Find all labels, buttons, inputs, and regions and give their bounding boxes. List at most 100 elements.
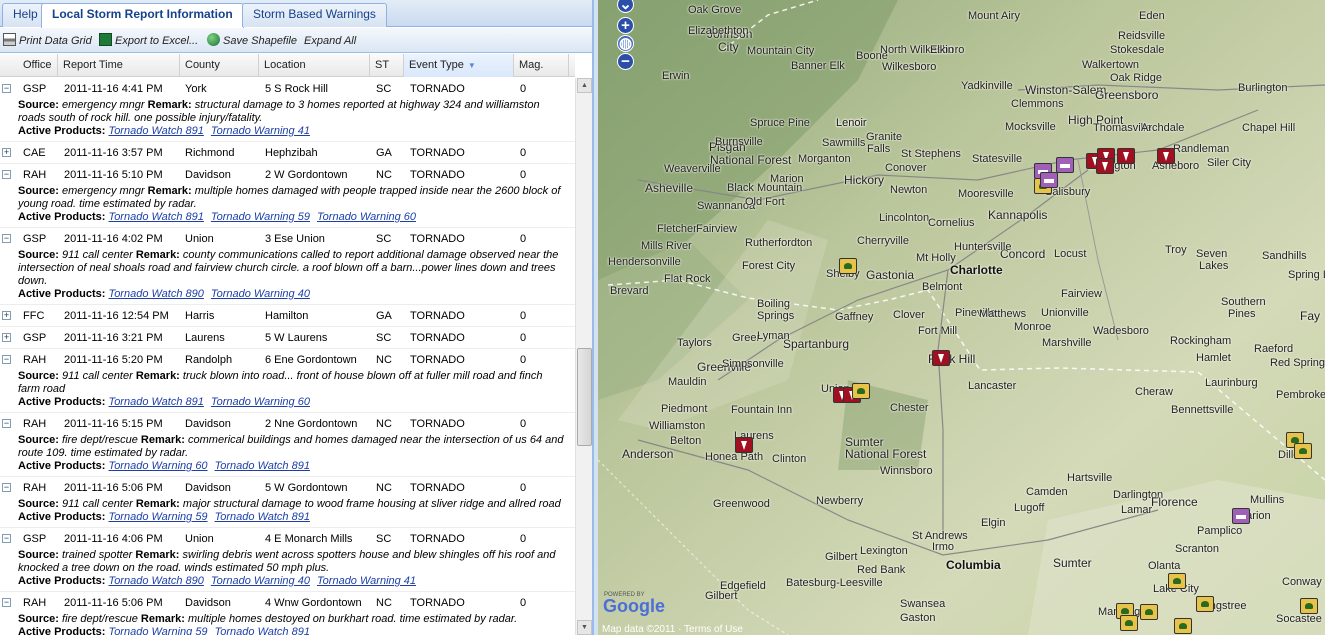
wind-damage-marker-icon[interactable] (1174, 618, 1192, 634)
product-link[interactable]: Tornado Warning 40 (211, 575, 310, 587)
product-link[interactable]: Tornado Watch 891 (215, 626, 310, 635)
city-label: Banner Elk (791, 60, 845, 72)
cell-event: TORNADO (410, 83, 465, 95)
collapse-row-icon[interactable]: − (2, 483, 11, 492)
product-link[interactable]: Tornado Watch 891 (215, 460, 310, 472)
table-row[interactable]: + GSP 2011-11-16 3:21 PM Laurens 5 W Laurens… (0, 327, 575, 349)
col-county[interactable]: County (180, 54, 259, 77)
col-st[interactable]: ST (370, 54, 404, 77)
row-summary[interactable]: − RAH 2011-11-16 5:10 PM Davidson 2 W Gordon… (0, 164, 575, 185)
col-magnitude[interactable]: Mag. (514, 54, 569, 77)
expand-row-icon[interactable]: + (2, 148, 11, 157)
product-link[interactable]: Tornado Warning 60 (317, 211, 416, 223)
table-row[interactable]: − RAH 2011-11-16 5:06 PM Davidson 4 Wnw Gord… (0, 592, 575, 635)
row-summary[interactable]: − RAH 2011-11-16 5:20 PM Randolph 6 Ene Gord… (0, 349, 575, 370)
table-row[interactable]: + CAE 2011-11-16 3:57 PM Richmond Hephzibah G… (0, 142, 575, 164)
col-location[interactable]: Location (259, 54, 370, 77)
tab-local-storm-report[interactable]: Local Storm Report Information (41, 3, 244, 28)
globe-icon[interactable]: ◍ (617, 35, 634, 52)
expand-row-icon[interactable]: + (2, 311, 11, 320)
pan-arrow-icon[interactable]: ⌄ (617, 0, 634, 13)
row-summary[interactable]: − GSP 2011-11-16 4:02 PM Union 3 Ese Union SC… (0, 228, 575, 249)
product-link[interactable]: Tornado Warning 60 (108, 460, 207, 472)
scroll-down-icon[interactable]: ▼ (577, 620, 592, 635)
table-row[interactable]: − RAH 2011-11-16 5:20 PM Randolph 6 Ene Gord… (0, 349, 575, 413)
warning-marker-icon[interactable] (1040, 172, 1058, 188)
grid-scrollbar[interactable]: ▲ ▼ (575, 78, 592, 635)
wind-damage-marker-icon[interactable] (852, 383, 870, 399)
table-row[interactable]: + FFC 2011-11-16 12:54 PM Harris Hamilton GA T… (0, 305, 575, 327)
city-label: Rutherfordton (745, 237, 813, 249)
product-link[interactable]: Tornado Watch 890 (108, 575, 203, 587)
map-view[interactable]: Oak Grove Johnson City Mountain City Boone Wi… (598, 0, 1325, 635)
wind-damage-marker-icon[interactable] (1168, 573, 1186, 589)
map-terms[interactable]: Map data ©2011 · Terms of Use (602, 624, 743, 635)
expand-all-button[interactable]: Expand All (304, 33, 356, 49)
cell-county: Davidson (185, 418, 231, 430)
product-link[interactable]: Tornado Warning 40 (211, 288, 310, 300)
table-row[interactable]: − GSP 2011-11-16 4:06 PM Union 4 E Monarch M… (0, 528, 575, 592)
tornado-marker-icon[interactable] (1117, 148, 1135, 164)
product-link[interactable]: Tornado Watch 891 (108, 396, 203, 408)
row-summary[interactable]: + FFC 2011-11-16 12:54 PM Harris Hamilton GA T… (0, 305, 575, 326)
google-logo[interactable]: Google (603, 596, 665, 617)
tornado-marker-icon[interactable] (735, 437, 753, 453)
product-link[interactable]: Tornado Warning 60 (211, 396, 310, 408)
wind-damage-marker-icon[interactable] (839, 258, 857, 274)
row-summary[interactable]: − RAH 2011-11-16 5:06 PM Davidson 4 Wnw Gord… (0, 592, 575, 613)
product-link[interactable]: Tornado Warning 59 (108, 626, 207, 635)
row-summary[interactable]: + CAE 2011-11-16 3:57 PM Richmond Hephzibah G… (0, 142, 575, 163)
wind-damage-marker-icon[interactable] (1120, 615, 1138, 631)
collapse-row-icon[interactable]: − (2, 419, 11, 428)
collapse-row-icon[interactable]: − (2, 534, 11, 543)
expand-row-icon[interactable]: + (2, 333, 11, 342)
row-summary[interactable]: − RAH 2011-11-16 5:15 PM Davidson 2 Nne Gord… (0, 413, 575, 434)
col-office[interactable]: Office (18, 54, 58, 77)
collapse-row-icon[interactable]: − (2, 234, 11, 243)
row-summary[interactable]: − RAH 2011-11-16 5:06 PM Davidson 5 W Gordon… (0, 477, 575, 498)
collapse-row-icon[interactable]: − (2, 598, 11, 607)
tornado-marker-icon[interactable] (932, 350, 950, 366)
product-link[interactable]: Tornado Warning 59 (211, 211, 310, 223)
wind-damage-marker-icon[interactable] (1140, 604, 1158, 620)
scroll-thumb[interactable] (577, 348, 592, 446)
collapse-row-icon[interactable]: − (2, 170, 11, 179)
product-link[interactable]: Tornado Watch 891 (108, 211, 203, 223)
product-link[interactable]: Tornado Warning 59 (108, 511, 207, 523)
col-event-type[interactable]: Event Type ▼ (404, 54, 514, 77)
zoom-in-button[interactable]: + (617, 17, 634, 34)
city-label: Mullins (1250, 494, 1285, 506)
table-row[interactable]: − RAH 2011-11-16 5:06 PM Davidson 5 W Gordon… (0, 477, 575, 528)
col-report-time[interactable]: Report Time (58, 54, 180, 77)
export-excel-button[interactable]: Export to Excel... (99, 33, 198, 49)
table-row[interactable]: − RAH 2011-11-16 5:15 PM Davidson 2 Nne Gord… (0, 413, 575, 477)
table-row[interactable]: − GSP 2011-11-16 4:41 PM York 5 S Rock Hill S… (0, 78, 575, 142)
zoom-out-button[interactable]: − (617, 53, 634, 70)
collapse-row-icon[interactable]: − (2, 355, 11, 364)
row-summary[interactable]: − GSP 2011-11-16 4:41 PM York 5 S Rock Hill S… (0, 78, 575, 99)
table-row[interactable]: − RAH 2011-11-16 5:10 PM Davidson 2 W Gordon… (0, 164, 575, 228)
wind-damage-marker-icon[interactable] (1196, 596, 1214, 612)
warning-marker-icon[interactable] (1232, 508, 1250, 524)
tornado-marker-icon[interactable] (1157, 148, 1175, 164)
wind-damage-marker-icon[interactable] (1300, 598, 1318, 614)
product-link[interactable]: Tornado Watch 890 (108, 288, 203, 300)
product-link[interactable]: Tornado Watch 891 (215, 511, 310, 523)
product-link[interactable]: Tornado Warning 41 (317, 575, 416, 587)
print-grid-button[interactable]: Print Data Grid (3, 33, 92, 49)
scroll-up-icon[interactable]: ▲ (577, 78, 592, 93)
cell-mag: 0 (520, 147, 527, 159)
product-link[interactable]: Tornado Watch 891 (108, 125, 203, 137)
row-summary[interactable]: + GSP 2011-11-16 3:21 PM Laurens 5 W Laurens… (0, 327, 575, 348)
tornado-marker-icon[interactable] (1096, 158, 1114, 174)
warning-marker-icon[interactable] (1056, 157, 1074, 173)
wind-damage-marker-icon[interactable] (1294, 443, 1312, 459)
row-summary[interactable]: − GSP 2011-11-16 4:06 PM Union 4 E Monarch M… (0, 528, 575, 549)
collapse-row-icon[interactable]: − (2, 84, 11, 93)
cell-location: 6 Ene Gordontown (265, 354, 357, 366)
tab-storm-based-warnings[interactable]: Storm Based Warnings (242, 3, 387, 27)
city-label: Fountain Inn (731, 404, 793, 416)
product-link[interactable]: Tornado Warning 41 (211, 125, 310, 137)
table-row[interactable]: − GSP 2011-11-16 4:02 PM Union 3 Ese Union SC… (0, 228, 575, 305)
save-shapefile-button[interactable]: Save Shapefile (207, 33, 297, 49)
